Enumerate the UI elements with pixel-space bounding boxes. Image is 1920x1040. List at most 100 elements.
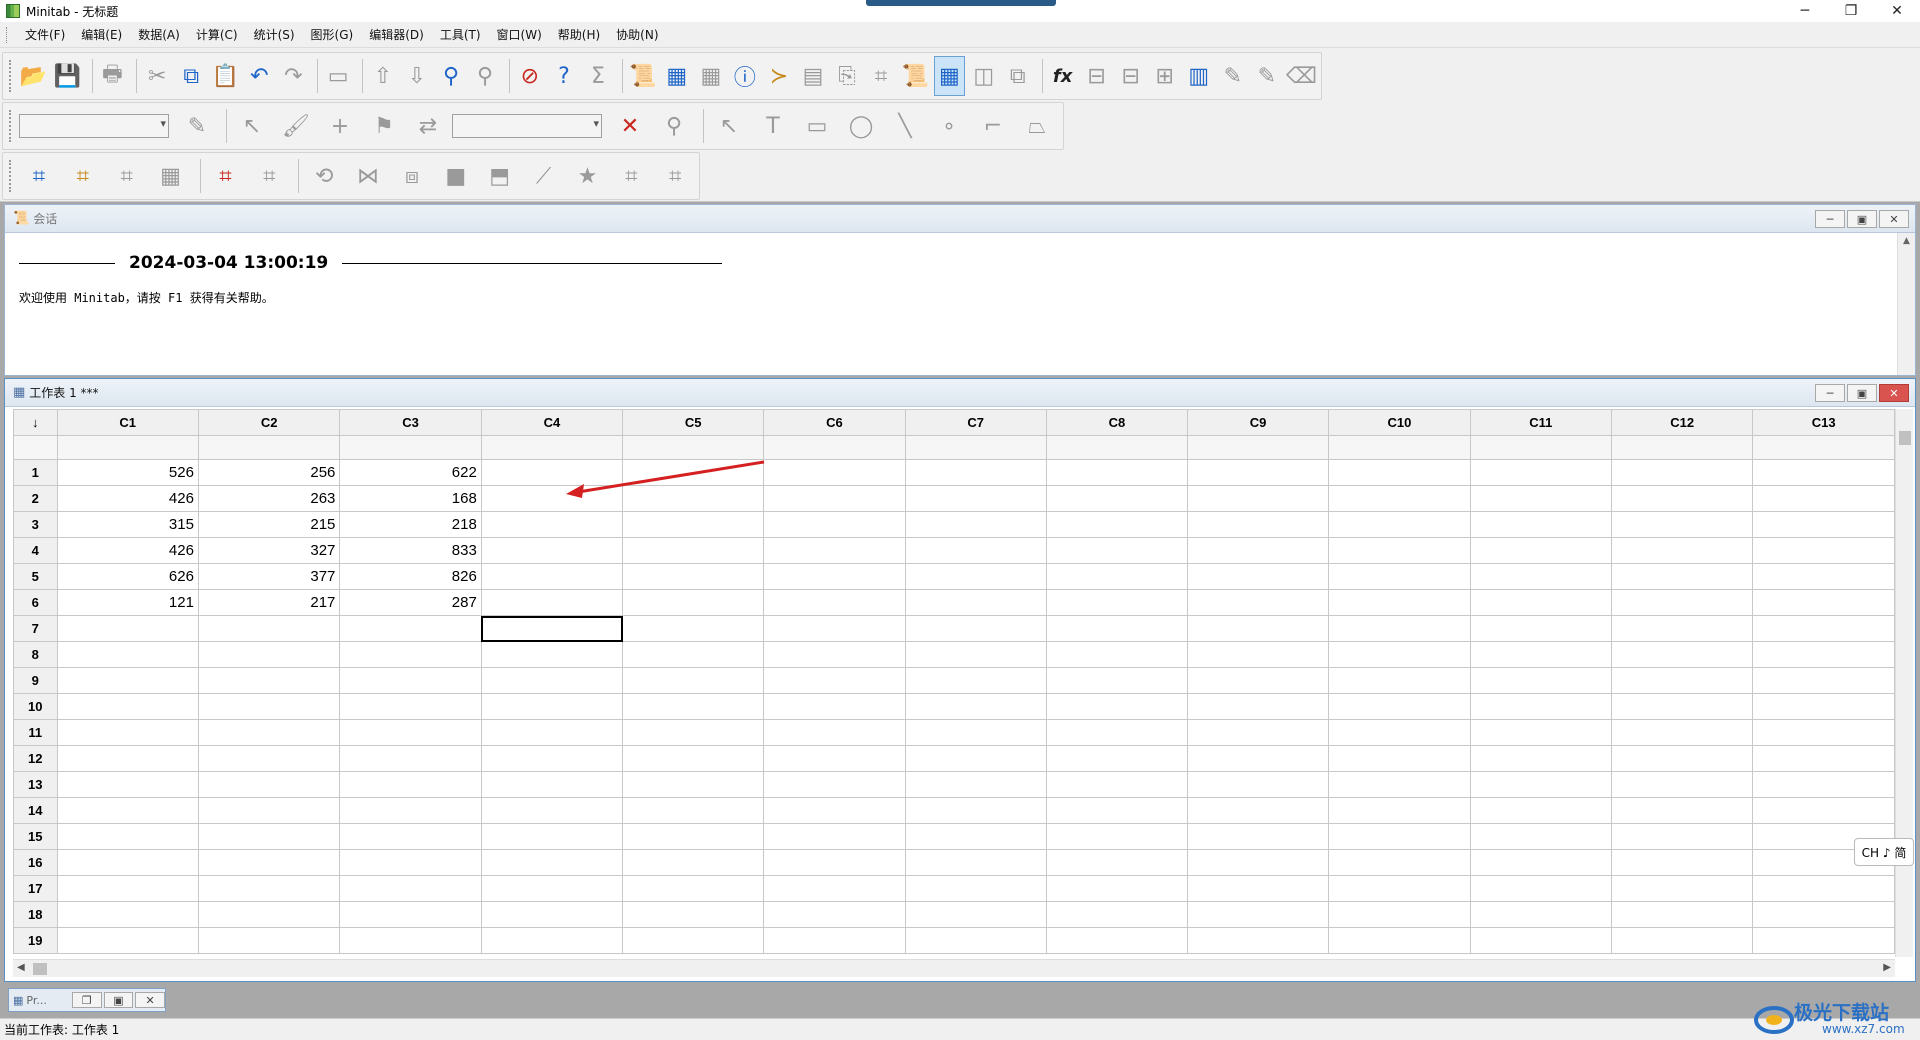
swap-icon[interactable]: ⇄ xyxy=(408,106,448,146)
cell-c2-r19[interactable] xyxy=(197,927,341,954)
cell-c5-r19[interactable] xyxy=(622,927,765,954)
session-window-icon[interactable]: 📜 xyxy=(628,56,658,96)
column-name-cell[interactable] xyxy=(197,435,341,460)
menu-window[interactable]: 窗口(W) xyxy=(489,26,550,43)
row-header[interactable]: 2 xyxy=(13,485,58,512)
menu-calc[interactable]: 计算(C) xyxy=(188,26,246,43)
cell-c9-r4[interactable] xyxy=(1186,537,1330,564)
menu-edit[interactable]: 编辑(E) xyxy=(73,26,130,43)
cell-c4-r9[interactable] xyxy=(480,667,624,694)
cell-c2-r13[interactable] xyxy=(197,771,341,798)
cell-c2-r1[interactable]: 256 xyxy=(197,459,341,486)
cell-c4-r3[interactable] xyxy=(480,511,624,538)
cell-c1-r15[interactable] xyxy=(56,823,199,850)
cell-c10-r11[interactable] xyxy=(1328,719,1471,746)
formula-icon[interactable]: fx xyxy=(1048,56,1078,96)
cell-c3-r2[interactable]: 168 xyxy=(339,485,482,512)
cell-c10-r17[interactable] xyxy=(1328,875,1471,902)
cell-c2-r12[interactable] xyxy=(197,745,341,772)
scroll-up-icon[interactable]: ▲ xyxy=(1898,233,1915,249)
cell-c5-r13[interactable] xyxy=(622,771,765,798)
cell-c11-r2[interactable] xyxy=(1469,485,1613,512)
shading-icon[interactable]: ■ xyxy=(436,156,476,196)
cell-c10-r1[interactable] xyxy=(1328,459,1471,486)
cell-c13-r6[interactable] xyxy=(1752,589,1895,616)
data-region-icon[interactable]: ⌗ xyxy=(107,156,147,196)
row-header[interactable]: 18 xyxy=(13,901,58,928)
undo-icon[interactable]: ↶ xyxy=(244,56,274,96)
close-all-graphs-icon[interactable]: ⧉ xyxy=(1003,56,1033,96)
cell-c7-r14[interactable] xyxy=(904,797,1047,824)
define-formula-icon[interactable]: ✎ xyxy=(1218,56,1248,96)
cell-c10-r9[interactable] xyxy=(1328,667,1471,694)
cell-c3-r8[interactable] xyxy=(339,641,482,668)
cell-c2-r7[interactable] xyxy=(197,615,341,642)
cell-c9-r8[interactable] xyxy=(1186,641,1330,668)
row-header[interactable]: 4 xyxy=(13,537,58,564)
cell-c4-r5[interactable] xyxy=(480,563,624,590)
row-header[interactable]: 15 xyxy=(13,823,58,850)
select-pointer-icon[interactable]: ↖ xyxy=(232,106,272,146)
cell-c1-r19[interactable] xyxy=(56,927,199,954)
cell-c8-r4[interactable] xyxy=(1045,537,1189,564)
fit-icon[interactable]: ⌗ xyxy=(655,156,695,196)
cell-c13-r11[interactable] xyxy=(1752,719,1895,746)
cell-c5-r1[interactable] xyxy=(622,459,765,486)
column-header-c4[interactable]: C4 xyxy=(480,409,624,436)
row-header[interactable]: 8 xyxy=(13,641,58,668)
cell-c5-r12[interactable] xyxy=(622,745,765,772)
cell-c9-r15[interactable] xyxy=(1186,823,1330,850)
cell-c6-r7[interactable] xyxy=(763,615,906,642)
cell-c1-r12[interactable] xyxy=(56,745,199,772)
column-header-c9[interactable]: C9 xyxy=(1186,409,1330,436)
cell-c13-r4[interactable] xyxy=(1752,537,1895,564)
cell-c12-r3[interactable] xyxy=(1611,511,1754,538)
cell-c1-r2[interactable]: 426 xyxy=(56,485,199,512)
cell-c12-r9[interactable] xyxy=(1611,667,1754,694)
row-header[interactable]: 7 xyxy=(13,615,58,642)
rectangle-tool-icon[interactable]: ▭ xyxy=(797,106,837,146)
cell-c12-r5[interactable] xyxy=(1611,563,1754,590)
replace-icon[interactable]: ⚲ xyxy=(470,56,500,96)
column-name-cell[interactable] xyxy=(1045,435,1189,460)
scroll-left-icon[interactable]: ◀ xyxy=(17,962,25,973)
cell-c11-r11[interactable] xyxy=(1469,719,1613,746)
cell-c7-r15[interactable] xyxy=(904,823,1047,850)
cell-c3-r10[interactable] xyxy=(339,693,482,720)
cell-c2-r4[interactable]: 327 xyxy=(197,537,341,564)
row-header[interactable]: 5 xyxy=(13,563,58,590)
cell-c1-r11[interactable] xyxy=(56,719,199,746)
cell-c11-r6[interactable] xyxy=(1469,589,1613,616)
cell-c7-r9[interactable] xyxy=(904,667,1047,694)
cell-c4-r14[interactable] xyxy=(480,797,624,824)
cell-c2-r14[interactable] xyxy=(197,797,341,824)
cell-c5-r18[interactable] xyxy=(622,901,765,928)
worksheet-close-button[interactable]: ✕ xyxy=(1879,384,1909,402)
column-name-cell[interactable] xyxy=(480,435,624,460)
cell-c11-r12[interactable] xyxy=(1469,745,1613,772)
column-name-cell[interactable] xyxy=(1752,435,1895,460)
worksheet-icon[interactable]: ▦ xyxy=(662,56,692,96)
cell-c6-r11[interactable] xyxy=(763,719,906,746)
row-header[interactable]: 6 xyxy=(13,589,58,616)
row-header[interactable]: 1 xyxy=(13,459,58,486)
cell-c10-r19[interactable] xyxy=(1328,927,1471,954)
cell-c13-r9[interactable] xyxy=(1752,667,1895,694)
clear-formula-icon[interactable]: ✎ xyxy=(1252,56,1282,96)
minimize-button[interactable]: ─ xyxy=(1782,0,1828,22)
cell-c8-r2[interactable] xyxy=(1045,485,1189,512)
cell-c11-r9[interactable] xyxy=(1469,667,1613,694)
cell-c8-r14[interactable] xyxy=(1045,797,1189,824)
column-name-cell[interactable] xyxy=(56,435,199,460)
cell-c13-r7[interactable] xyxy=(1752,615,1895,642)
menu-stat[interactable]: 统计(S) xyxy=(246,26,303,43)
cell-c5-r11[interactable] xyxy=(622,719,765,746)
data-entry-direction-arrow[interactable]: ↓ xyxy=(13,409,58,436)
cell-c9-r13[interactable] xyxy=(1186,771,1330,798)
cell-c11-r14[interactable] xyxy=(1469,797,1613,824)
cell-c1-r18[interactable] xyxy=(56,901,199,928)
cell-c9-r10[interactable] xyxy=(1186,693,1330,720)
cell-c2-r5[interactable]: 377 xyxy=(197,563,341,590)
cell-c12-r7[interactable] xyxy=(1611,615,1754,642)
cell-c8-r17[interactable] xyxy=(1045,875,1189,902)
